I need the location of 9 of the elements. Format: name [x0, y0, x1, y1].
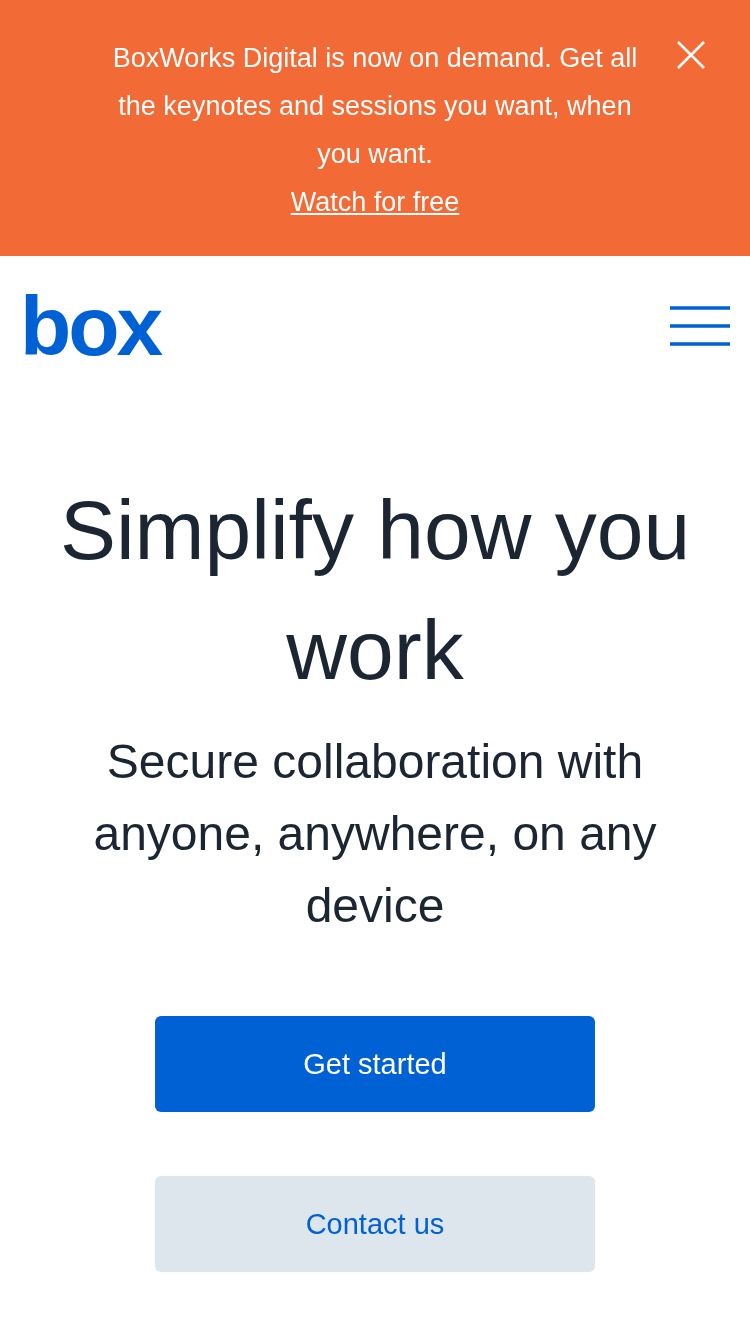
get-started-button[interactable]: Get started	[155, 1016, 595, 1112]
hero-title: Simplify how you work	[58, 482, 692, 699]
watch-link[interactable]: Watch for free	[290, 178, 460, 226]
close-icon[interactable]	[676, 40, 706, 70]
hero-subtitle: Secure collaboration with anyone, anywhere, on any device	[92, 734, 658, 934]
contact-button[interactable]: Contact us	[155, 1176, 595, 1272]
banner-message: BoxWorks Digital is now on demand. Get all the keynotes and sessions you want, when you want.	[111, 42, 639, 171]
logo[interactable]: box	[20, 284, 161, 368]
menu-icon[interactable]	[670, 306, 730, 346]
